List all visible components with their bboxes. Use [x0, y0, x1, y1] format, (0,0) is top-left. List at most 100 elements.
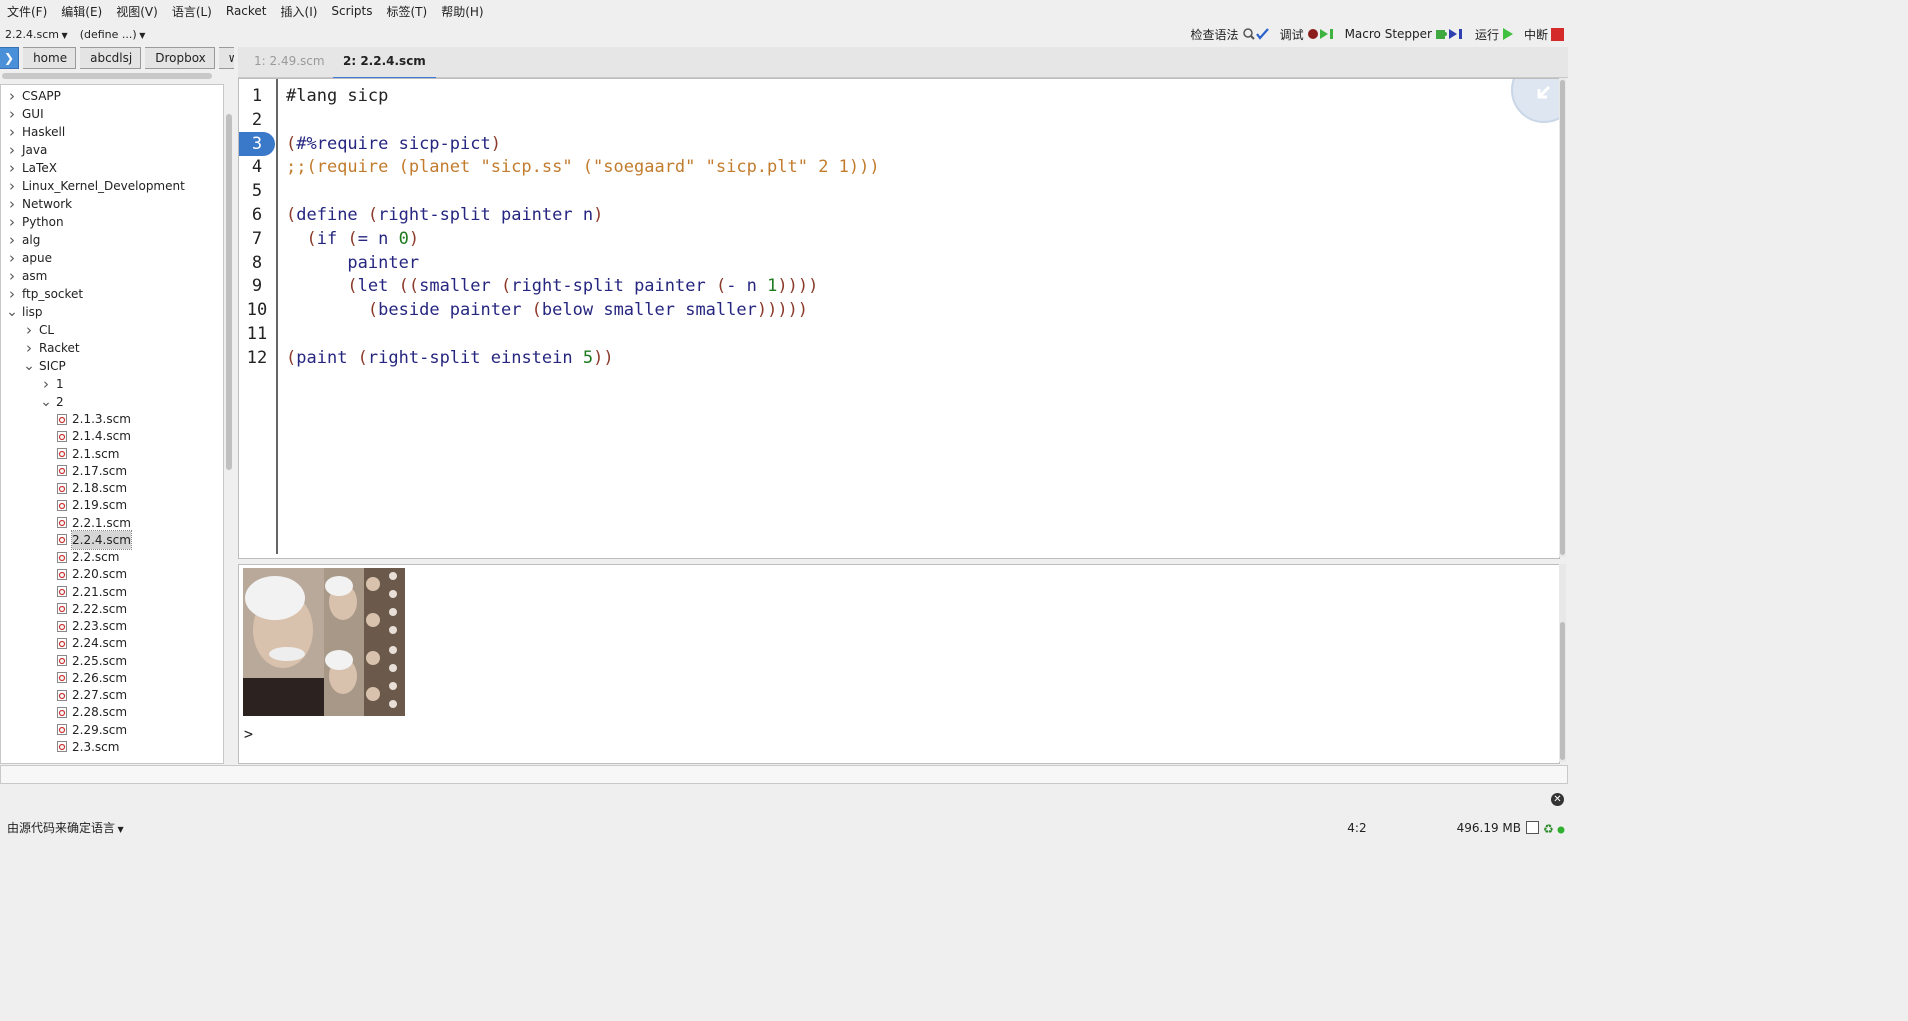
- tree-file-item[interactable]: 2.22.scm: [57, 600, 127, 618]
- stop-button[interactable]: 中断: [1524, 26, 1564, 43]
- chevron-right-icon[interactable]: ›: [6, 87, 18, 105]
- file-selector[interactable]: 2.2.4.scm ▼: [5, 28, 68, 41]
- tree-file-item[interactable]: 2.3.scm: [57, 738, 119, 756]
- code-line[interactable]: painter: [286, 251, 419, 275]
- tree-file-item[interactable]: 2.1.3.scm: [57, 410, 131, 428]
- chevron-right-icon[interactable]: ›: [6, 267, 18, 285]
- scrollbar-thumb[interactable]: [1560, 622, 1565, 760]
- code-line[interactable]: (let ((smaller (right-split painter (- n…: [286, 274, 818, 298]
- chevron-right-icon[interactable]: ›: [6, 231, 18, 249]
- tab-2-2-4[interactable]: 2: 2.2.4.scm: [333, 47, 436, 80]
- tree-folder-item[interactable]: › GUI: [6, 105, 44, 123]
- corner-arrow-icon[interactable]: [1511, 79, 1559, 123]
- code-line[interactable]: (if (= n 0): [286, 227, 419, 251]
- memory-usage[interactable]: 496.19 MB: [1457, 821, 1521, 835]
- tree-folder-item[interactable]: › Linux_Kernel_Development: [6, 177, 185, 195]
- chevron-right-icon[interactable]: ›: [6, 141, 18, 159]
- tree-file-item[interactable]: 2.29.scm: [57, 721, 127, 739]
- macro-stepper-button[interactable]: Macro Stepper: [1345, 27, 1465, 41]
- chevron-right-icon[interactable]: ›: [6, 159, 18, 177]
- tree-file-item[interactable]: 2.25.scm: [57, 652, 127, 670]
- breadcrumb-item[interactable]: workspace: [218, 47, 234, 69]
- tree-folder-item[interactable]: › 1: [40, 375, 64, 393]
- tree-file-item[interactable]: 2.24.scm: [57, 634, 127, 652]
- tree-file-item[interactable]: 2.28.scm: [57, 703, 127, 721]
- tree-folder-item[interactable]: › Java: [6, 141, 47, 159]
- definitions-editor[interactable]: 1 2 3 4 5 6 7 8 9 10 11 12 #lang sicp (#%require sic…: [238, 78, 1560, 559]
- tree-file-item[interactable]: 2.2.1.scm: [57, 514, 131, 532]
- menu-item-7[interactable]: 标签(T): [379, 3, 434, 20]
- breadcrumb-item[interactable]: abcdlsj: [80, 47, 142, 69]
- chevron-right-icon[interactable]: ›: [6, 213, 18, 231]
- close-icon[interactable]: ✕: [1551, 793, 1564, 806]
- repl-scrollbar[interactable]: [1559, 564, 1566, 762]
- chevron-right-icon[interactable]: ›: [6, 105, 18, 123]
- tree-file-item[interactable]: 2.20.scm: [57, 565, 127, 583]
- menu-item-4[interactable]: Racket: [219, 4, 274, 18]
- chevron-down-icon[interactable]: ⌄: [23, 357, 35, 375]
- chevron-down-icon[interactable]: ⌄: [6, 303, 18, 321]
- interactions-pane[interactable]: >: [238, 564, 1560, 764]
- menu-item-8[interactable]: 帮助(H): [434, 3, 490, 20]
- menu-item-2[interactable]: 视图(V): [109, 3, 165, 20]
- editor-scrollbar[interactable]: [1559, 78, 1566, 557]
- chevron-right-icon[interactable]: ›: [23, 321, 35, 339]
- menu-item-6[interactable]: Scripts: [324, 4, 379, 18]
- chevron-right-icon[interactable]: ›: [6, 285, 18, 303]
- tree-vertical-scrollbar[interactable]: [226, 84, 232, 762]
- tab-2-49[interactable]: 1: 2.49.scm: [244, 47, 335, 77]
- repl-prompt[interactable]: >: [244, 725, 253, 743]
- tree-file-item[interactable]: 2.19.scm: [57, 496, 127, 514]
- code-line[interactable]: (define (right-split painter n): [286, 203, 603, 227]
- breadcrumb-root[interactable]: ❯: [0, 47, 20, 69]
- check-syntax-button[interactable]: 检查语法: [1191, 26, 1270, 43]
- tree-folder-item[interactable]: ⌄ lisp: [6, 303, 42, 321]
- scrollbar-thumb[interactable]: [1560, 80, 1565, 555]
- language-selector[interactable]: 由源代码来确定语言 ▼: [7, 819, 124, 836]
- search-bar[interactable]: [0, 765, 1568, 784]
- tree-file-item[interactable]: 2.1.4.scm: [57, 427, 131, 445]
- code-line[interactable]: (#%require sicp-pict): [286, 132, 501, 156]
- tree-folder-item[interactable]: › alg: [6, 231, 40, 249]
- code-line[interactable]: (paint (right-split einstein 5)): [286, 346, 614, 370]
- tree-folder-item[interactable]: › Haskell: [6, 123, 65, 141]
- chevron-right-icon[interactable]: ›: [23, 339, 35, 357]
- menu-item-1[interactable]: 编辑(E): [54, 3, 109, 20]
- chevron-right-icon[interactable]: ›: [6, 195, 18, 213]
- tree-file-item[interactable]: 2.18.scm: [57, 479, 127, 497]
- tree-file-item[interactable]: 2.26.scm: [57, 669, 127, 687]
- tree-folder-item[interactable]: ⌄ 2: [40, 393, 64, 411]
- tree-file-item[interactable]: 2.2.scm: [57, 548, 119, 566]
- code-line[interactable]: ;;(require (planet "sicp.ss" ("soegaard"…: [286, 155, 880, 179]
- tree-horizontal-scrollbar[interactable]: [2, 73, 212, 79]
- debug-button[interactable]: 调试: [1280, 26, 1335, 43]
- menu-item-3[interactable]: 语言(L): [165, 3, 219, 20]
- tree-folder-item[interactable]: › apue: [6, 249, 52, 267]
- tree-file-item[interactable]: 2.1.scm: [57, 445, 119, 463]
- tree-folder-item[interactable]: › asm: [6, 267, 47, 285]
- chevron-down-icon[interactable]: ⌄: [40, 393, 52, 411]
- tree-file-item[interactable]: 2.17.scm: [57, 462, 127, 480]
- code-line[interactable]: (beside painter (below smaller smaller))…: [286, 298, 808, 322]
- code-line[interactable]: #lang sicp: [286, 84, 388, 108]
- tree-folder-item[interactable]: › CL: [23, 321, 54, 339]
- chevron-right-icon[interactable]: ›: [6, 123, 18, 141]
- chevron-right-icon[interactable]: ›: [6, 177, 18, 195]
- menu-item-5[interactable]: 插入(I): [274, 3, 325, 20]
- tree-folder-item[interactable]: › Racket: [23, 339, 80, 357]
- chevron-right-icon[interactable]: ›: [6, 249, 18, 267]
- scrollbar-thumb[interactable]: [226, 114, 232, 470]
- tree-folder-item[interactable]: › Network: [6, 195, 72, 213]
- tree-file-item[interactable]: 2.23.scm: [57, 617, 127, 635]
- tree-file-item[interactable]: 2.21.scm: [57, 583, 127, 601]
- chevron-right-icon[interactable]: ›: [40, 375, 52, 393]
- tree-folder-item[interactable]: › CSAPP: [6, 87, 61, 105]
- tree-file-item[interactable]: 2.2.4.scm: [57, 529, 132, 550]
- breadcrumb-item[interactable]: Dropbox: [145, 47, 215, 69]
- tree-file-item[interactable]: 2.27.scm: [57, 686, 127, 704]
- menu-item-0[interactable]: 文件(F): [0, 3, 54, 20]
- tree-folder-item[interactable]: › ftp_socket: [6, 285, 83, 303]
- breadcrumb-item[interactable]: home: [23, 47, 77, 69]
- run-button[interactable]: 运行: [1475, 26, 1514, 43]
- tree-folder-item[interactable]: ⌄ SICP: [23, 357, 66, 375]
